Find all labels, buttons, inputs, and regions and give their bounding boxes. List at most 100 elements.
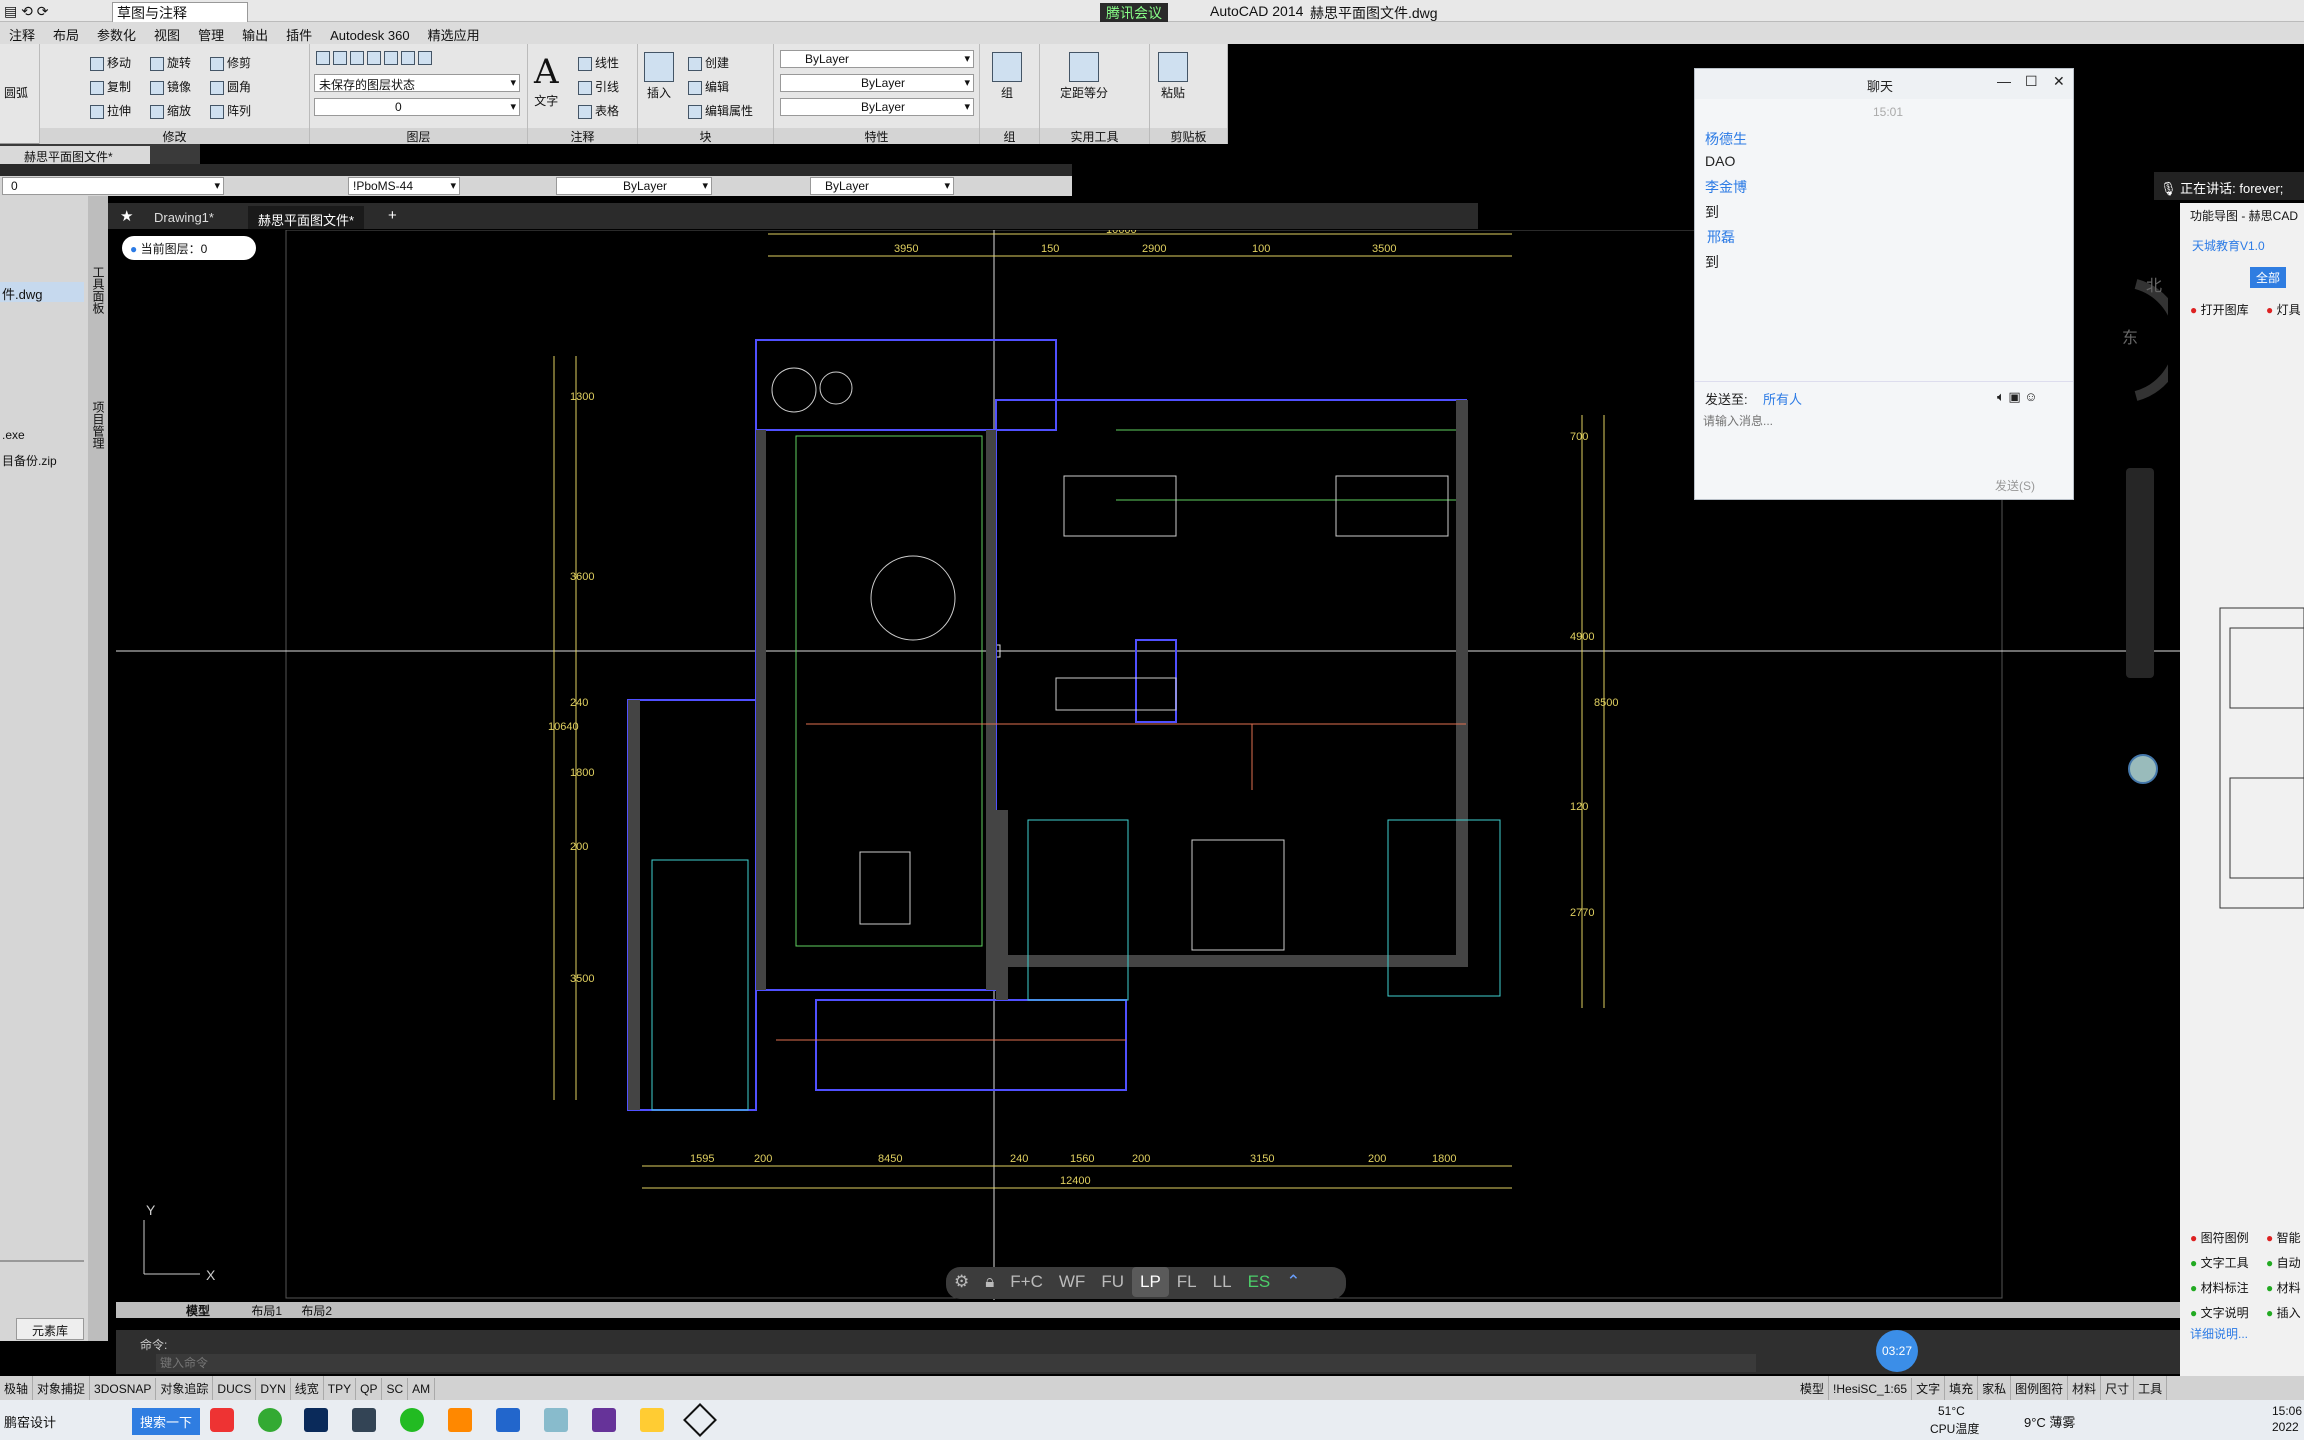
linetype-select[interactable]: ByLayer [780,74,974,92]
files-app-icon[interactable] [544,1408,568,1432]
status-text[interactable]: 文字 [1912,1376,1946,1401]
wechat-icon[interactable] [400,1408,424,1432]
edit-block-button[interactable]: 编辑 [688,78,729,95]
project-manage-tab[interactable]: 项目管理 [90,401,107,449]
array-button[interactable]: 阵列 [210,102,251,119]
status-lineweight[interactable]: 线宽 [291,1376,324,1401]
viewcube-compass[interactable]: 北 东 [2076,272,2184,402]
rocket-icon[interactable] [352,1408,376,1432]
file-item[interactable]: 件.dwg [2,284,42,303]
text-note-link[interactable]: ● 文字说明 [2190,1304,2249,1321]
smart-link[interactable]: ● 智能 [2266,1229,2301,1246]
recipient-select[interactable]: 所有人 [1763,389,1802,408]
send-button[interactable]: 发送(S) [1995,477,2035,494]
quick-access-toolbar[interactable]: ▤ ⟲ ⟳ [4,3,48,20]
edit-attributes-button[interactable]: 编辑属性 [688,102,753,119]
current-layer-badge[interactable]: ● 当前图层：0 [122,236,256,260]
tab-drawing1[interactable]: Drawing1* [144,206,224,229]
tab-layout1[interactable]: 布局1 [243,1304,290,1318]
block-group-title[interactable]: 块 [638,128,773,144]
open-library-link[interactable]: ● 打开图库 [2190,301,2249,318]
menu-item[interactable]: Autodesk 360 [321,25,419,46]
properties-group-title[interactable]: 特性 [774,128,979,144]
detail-link[interactable]: 详细说明... [2190,1325,2248,1342]
fillet-button[interactable]: 圆角 [210,78,251,95]
toggle-lp[interactable]: LP [1132,1267,1169,1297]
lock-icon[interactable]: 🔒︎ [977,1267,1002,1297]
photoshop-icon[interactable] [304,1408,328,1432]
meeting-timer[interactable]: 03:27 [1876,1330,1918,1372]
version-select[interactable]: 天城教育V1.0 [2192,237,2265,254]
toggle-fc[interactable]: F+C [1002,1267,1051,1297]
chevron-up-icon[interactable]: ⌃ [1278,1267,1308,1297]
insert-link[interactable]: ● 插入 [2266,1304,2301,1321]
auto-link[interactable]: ● 自动 [2266,1254,2301,1271]
status-am[interactable]: AM [408,1378,436,1400]
light-link[interactable]: ● 灯具 [2266,301,2301,318]
arc-button[interactable]: 圆弧 [4,84,28,101]
status-tools[interactable]: 工具 [2134,1376,2168,1401]
tab-hesi-plan[interactable]: 赫思平面图文件* [248,206,365,229]
status-hatch[interactable]: 填充 [1945,1376,1979,1401]
current-layer-select[interactable]: 0 [314,98,520,116]
insert-button[interactable]: 插入 [644,52,674,101]
status-polar[interactable]: 极轴 [0,1376,34,1401]
annotation-scale[interactable]: !HesiSC_1:65 [1829,1378,1913,1400]
status-legend[interactable]: 图例图符 [2011,1376,2069,1401]
status-material[interactable]: 材料 [2068,1376,2102,1401]
tool-panel-tab[interactable]: 工具面板 [90,266,107,314]
app-icon[interactable] [448,1408,472,1432]
material-tag-link[interactable]: ● 材料标注 [2190,1279,2249,1296]
close-icon[interactable]: ✕ [2053,73,2065,90]
textstyle-combo[interactable]: !PboMS-44 [348,177,460,195]
group-button[interactable]: 组 [992,52,1022,101]
autocad-icon[interactable] [683,1403,717,1437]
status-osnap[interactable]: 对象捕捉 [33,1376,91,1401]
workspace-select[interactable]: 草图与注释 [112,2,248,24]
file-item[interactable]: .exe [2,428,25,442]
trim-button[interactable]: 修剪 [210,54,251,71]
clipboard-group-title[interactable]: 剪贴板 [1150,128,1227,144]
group-group-title[interactable]: 组 [980,128,1039,144]
copy-button[interactable]: 复制 [90,78,131,95]
scale-button[interactable]: 缩放 [150,102,191,119]
status-qp[interactable]: QP [356,1378,383,1400]
element-library-button[interactable]: 元素库 [16,1318,84,1340]
taskbar-app[interactable]: 鹏窑设计 [4,1412,56,1431]
move-button[interactable]: 移动 [90,54,131,71]
avatar[interactable] [2128,754,2158,784]
design-app-icon[interactable] [592,1408,616,1432]
chat-input[interactable] [1703,411,2063,431]
search-button[interactable]: 搜索一下 [132,1408,201,1435]
toggle-fu[interactable]: FU [1093,1267,1132,1297]
thumbnail-plan[interactable] [2190,578,2304,948]
status-furniture[interactable]: 家私 [1978,1376,2012,1401]
clock-time[interactable]: 15:06 [2272,1404,2302,1418]
layer-state-select[interactable]: 未保存的图层状态 [314,74,520,92]
status-model[interactable]: 模型 [1796,1376,1830,1401]
annotation-group-title[interactable]: 注释 [528,128,637,144]
status-3dosnap[interactable]: 3DOSNAP [90,1378,157,1400]
gear-icon[interactable]: ⚙ [946,1267,977,1297]
clock-date[interactable]: 2022 [2272,1420,2299,1434]
toggle-wf[interactable]: WF [1051,1267,1093,1297]
maximize-icon[interactable]: ☐ [2025,73,2038,90]
toggle-fl[interactable]: FL [1169,1267,1205,1297]
modify-group-title[interactable]: 修改 [40,128,309,144]
linear-dim-button[interactable]: 线性 [578,54,619,71]
color-combo[interactable]: ByLayer [810,177,954,195]
status-sc[interactable]: SC [382,1378,409,1400]
color-select[interactable]: ByLayer [780,50,974,68]
status-tpy[interactable]: TPY [324,1378,357,1400]
text-tools-link[interactable]: ● 文字工具 [2190,1254,2249,1271]
status-dimension[interactable]: 尺寸 [2101,1376,2135,1401]
table-button[interactable]: 表格 [578,102,619,119]
toggle-es[interactable]: ES [1240,1267,1279,1297]
status-otrack[interactable]: 对象追踪 [156,1376,214,1401]
create-block-button[interactable]: 创建 [688,54,729,71]
meeting-indicator[interactable]: 腾讯会议 [1100,3,1168,23]
star-icon[interactable]: ★ [120,207,133,225]
doc-tab[interactable]: 赫思平面图文件* ✕ [0,146,150,179]
rotate-button[interactable]: 旋转 [150,54,191,71]
measure-button[interactable]: 定距等分 [1060,52,1108,101]
